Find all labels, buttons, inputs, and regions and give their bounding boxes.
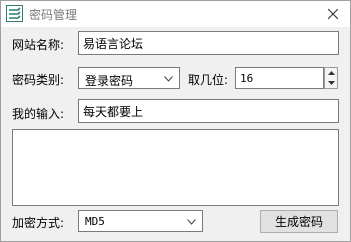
chevron-down-icon — [187, 219, 196, 225]
title-bar: 密码管理 — [1, 1, 350, 27]
spin-down-button[interactable] — [325, 78, 337, 88]
spin-up-button[interactable] — [325, 68, 337, 78]
window-title: 密码管理 — [29, 8, 78, 22]
triangle-up-icon — [327, 71, 335, 75]
output-textarea[interactable] — [12, 129, 339, 206]
encrypt-method-select[interactable]: MD5 — [78, 210, 203, 232]
length-label: 取几位: — [188, 73, 229, 87]
my-input-field[interactable]: 每天都要上 — [78, 99, 339, 123]
generate-password-button[interactable]: 生成密码 — [260, 210, 338, 233]
encrypt-method-selected-value: MD5 — [85, 215, 105, 228]
close-icon — [328, 9, 338, 19]
my-input-label: 我的输入: — [12, 107, 65, 121]
close-button[interactable] — [316, 1, 350, 27]
category-label: 密码类别: — [12, 73, 65, 87]
password-manager-window: 密码管理 网站名称: 易语言论坛 密码类别: 登录密码 取几位: 16 我的输入 — [0, 0, 351, 242]
site-name-label: 网站名称: — [12, 38, 65, 52]
length-input[interactable]: 16 — [235, 67, 324, 89]
category-select[interactable]: 登录密码 — [78, 67, 180, 89]
chevron-down-icon — [164, 76, 173, 82]
length-spinner[interactable] — [324, 67, 338, 89]
encrypt-method-label: 加密方式: — [12, 216, 65, 230]
site-name-input[interactable]: 易语言论坛 — [78, 31, 339, 55]
triangle-down-icon — [327, 81, 335, 85]
app-logo-icon — [6, 5, 23, 22]
category-selected-value: 登录密码 — [85, 74, 134, 88]
